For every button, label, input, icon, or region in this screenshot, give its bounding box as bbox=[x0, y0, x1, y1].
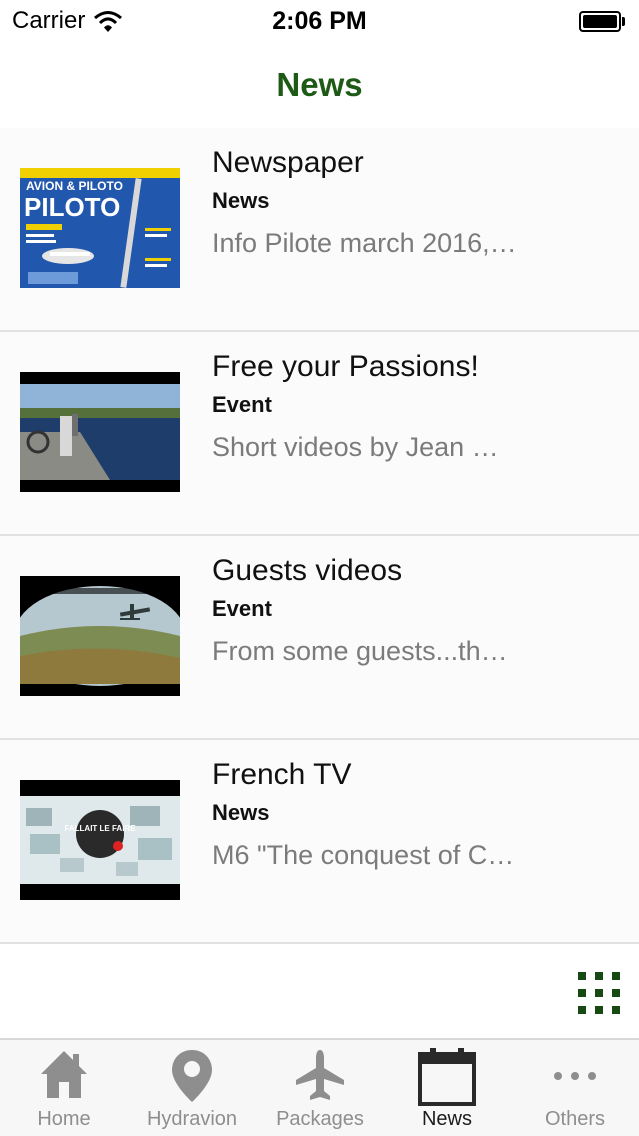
news-item-guests-videos[interactable]: Guests videos Event From some guests...t… bbox=[0, 534, 639, 738]
news-item-title: Free your Passions! bbox=[212, 350, 479, 383]
svg-text:PILOTO: PILOTO bbox=[24, 192, 120, 222]
tab-home[interactable]: Home bbox=[0, 1040, 128, 1136]
more-dots-icon bbox=[554, 1072, 596, 1080]
clock: 2:06 PM bbox=[272, 7, 367, 35]
status-bar: Carrier 2:06 PM bbox=[0, 0, 639, 42]
news-item-description: M6 "The conquest of C… bbox=[212, 840, 515, 870]
grid-menu-icon[interactable] bbox=[578, 972, 620, 1014]
news-item-title: French TV bbox=[212, 758, 352, 791]
map-pin-icon bbox=[172, 1050, 212, 1102]
news-item-title: Newspaper bbox=[212, 146, 364, 179]
news-item-category: News bbox=[212, 800, 270, 825]
tab-hydravion[interactable]: Hydravion bbox=[128, 1040, 256, 1136]
news-item-description: Info Pilote march 2016,… bbox=[212, 228, 517, 258]
news-item-newspaper[interactable]: AVION & PILOTO PILOTO Newspaper News Inf… bbox=[0, 128, 639, 330]
magazine-cover-thumbnail: AVION & PILOTO PILOTO bbox=[20, 168, 180, 288]
airplane-icon bbox=[296, 1050, 344, 1100]
news-item-free-your-passions[interactable]: Free your Passions! Event Short videos b… bbox=[0, 330, 639, 534]
tab-label: Home bbox=[37, 1108, 91, 1130]
news-item-description: From some guests...th… bbox=[212, 636, 508, 666]
news-item-french-tv[interactable]: FALLAIT LE FAIRE French TV News M6 "The … bbox=[0, 738, 639, 942]
tab-label: Hydravion bbox=[146, 1108, 238, 1130]
news-item-description: Short videos by Jean … bbox=[212, 432, 499, 462]
tv-show-logo-text: FALLAIT LE FAIRE bbox=[64, 824, 136, 833]
tv-show-video-thumbnail: FALLAIT LE FAIRE bbox=[20, 780, 180, 900]
seaplane-video-thumbnail bbox=[20, 576, 180, 696]
tab-packages[interactable]: Packages bbox=[256, 1040, 384, 1136]
news-list: AVION & PILOTO PILOTO Newspaper News Inf… bbox=[0, 128, 639, 944]
tab-label: Packages bbox=[276, 1108, 364, 1130]
tab-bar: Home Hydravion Packages News Others bbox=[0, 1038, 639, 1136]
tab-others[interactable]: Others bbox=[511, 1040, 639, 1136]
news-item-category: News bbox=[212, 188, 270, 213]
page-title: News bbox=[276, 66, 363, 103]
news-item-category: Event bbox=[212, 392, 272, 417]
tab-label: News bbox=[421, 1108, 472, 1130]
news-item-title: Guests videos bbox=[212, 554, 403, 587]
lake-dock-video-thumbnail bbox=[20, 372, 180, 492]
tab-news[interactable]: News bbox=[383, 1040, 511, 1136]
magazine-title-top: AVION & PILOTO bbox=[26, 179, 123, 193]
tab-label: Others bbox=[544, 1108, 606, 1130]
list-divider bbox=[0, 942, 639, 944]
battery-icon bbox=[579, 11, 625, 32]
news-item-category: Event bbox=[212, 596, 272, 621]
house-icon bbox=[41, 1051, 87, 1098]
calendar-icon bbox=[418, 1048, 476, 1106]
